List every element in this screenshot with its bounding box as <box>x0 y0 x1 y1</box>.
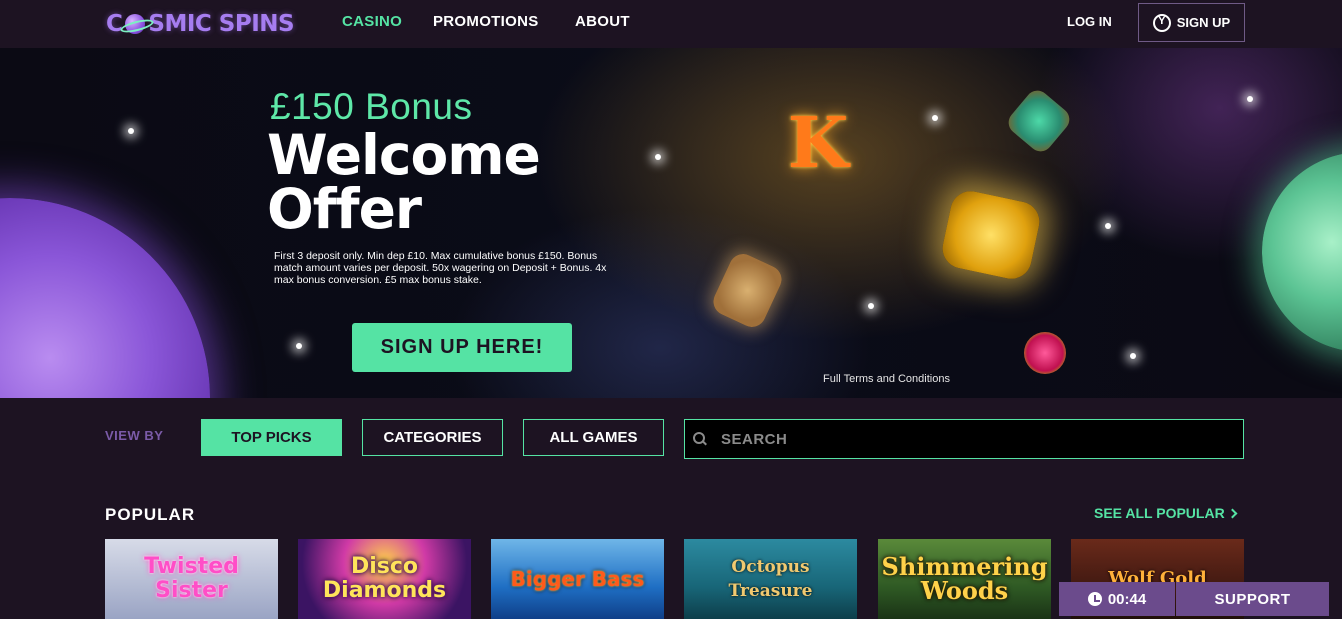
categories-tab[interactable]: CATEGORIES <box>362 419 503 456</box>
sparkle-icon <box>1105 223 1111 229</box>
game-tile-octopus-treasure[interactable]: Octopus Treasure <box>684 539 857 619</box>
clock-icon <box>1087 592 1102 606</box>
support-button[interactable]: SUPPORT <box>1176 582 1329 616</box>
site-header: C SMIC SPINS CASINO PROMOTIONS ABOUT LOG … <box>0 0 1342 48</box>
game-tile-disco-diamonds[interactable]: Disco Diamonds <box>298 539 471 619</box>
letter-k-icon: K <box>787 100 849 184</box>
sparkle-icon <box>1130 353 1136 359</box>
popular-heading: POPULAR <box>105 505 196 524</box>
golden-key-icon <box>708 249 787 332</box>
ruby-gem-icon <box>1024 332 1066 374</box>
user-circle-icon <box>1152 13 1171 32</box>
search-input[interactable] <box>721 430 1221 448</box>
welcome-offer-banner: K £150 Bonus Welcome Offer First 3 depos… <box>0 48 1342 398</box>
sparkle-icon <box>932 115 938 121</box>
search-box[interactable] <box>684 419 1244 459</box>
game-tile-shimmering-woods[interactable]: Shimmering Woods <box>878 539 1051 619</box>
signup-here-button[interactable]: SIGN UP HERE! <box>352 323 572 372</box>
nav-promotions[interactable]: PROMOTIONS <box>433 13 539 30</box>
planet-ring-icon <box>123 13 147 35</box>
view-by-label: VIEW BY <box>105 428 164 443</box>
login-link[interactable]: LOG IN <box>1067 14 1112 29</box>
offer-terms: First 3 deposit only. Min dep £10. Max c… <box>274 250 607 286</box>
nav-casino[interactable]: CASINO <box>342 13 402 30</box>
game-title: Octopus Treasure <box>728 557 813 601</box>
game-tile-twisted-sister[interactable]: Twisted Sister <box>105 539 278 619</box>
timer-value: 00:44 <box>1107 590 1147 608</box>
game-title: Disco Diamonds <box>322 554 447 603</box>
sparkle-icon <box>1247 96 1253 102</box>
sparkle-icon <box>655 154 661 160</box>
signup-button[interactable]: SIGN UP <box>1138 3 1245 42</box>
game-tile-bigger-bass[interactable]: Bigger Bass <box>491 539 664 619</box>
green-planet-illustration <box>1262 152 1342 352</box>
purple-planet-illustration <box>0 198 210 398</box>
hero-title: Welcome Offer <box>267 123 541 241</box>
search-icon <box>693 432 707 446</box>
session-timer: 00:44 <box>1059 582 1175 616</box>
bonus-amount: £150 Bonus <box>270 86 473 127</box>
gold-compass-icon <box>938 187 1044 283</box>
all-games-tab[interactable]: ALL GAMES <box>523 419 664 456</box>
see-all-popular-link[interactable]: SEE ALL POPULAR <box>1094 505 1238 521</box>
full-terms-link[interactable]: Full Terms and Conditions <box>823 373 950 385</box>
sparkle-icon <box>128 128 134 134</box>
sparkle-icon <box>296 343 302 349</box>
sparkle-icon <box>868 303 874 309</box>
green-idol-icon <box>1003 85 1075 157</box>
game-title: Bigger Bass <box>510 567 645 591</box>
signup-label: SIGN UP <box>1176 15 1231 30</box>
cosmic-spins-logo[interactable]: C SMIC SPINS <box>106 8 295 40</box>
top-picks-tab[interactable]: TOP PICKS <box>201 419 342 456</box>
chevron-right-icon <box>1227 508 1238 518</box>
game-title: Shimmering Woods <box>881 552 1048 605</box>
see-all-label: SEE ALL POPULAR <box>1094 505 1225 521</box>
nav-about[interactable]: ABOUT <box>575 13 630 30</box>
game-title: Twisted Sister <box>144 554 239 603</box>
